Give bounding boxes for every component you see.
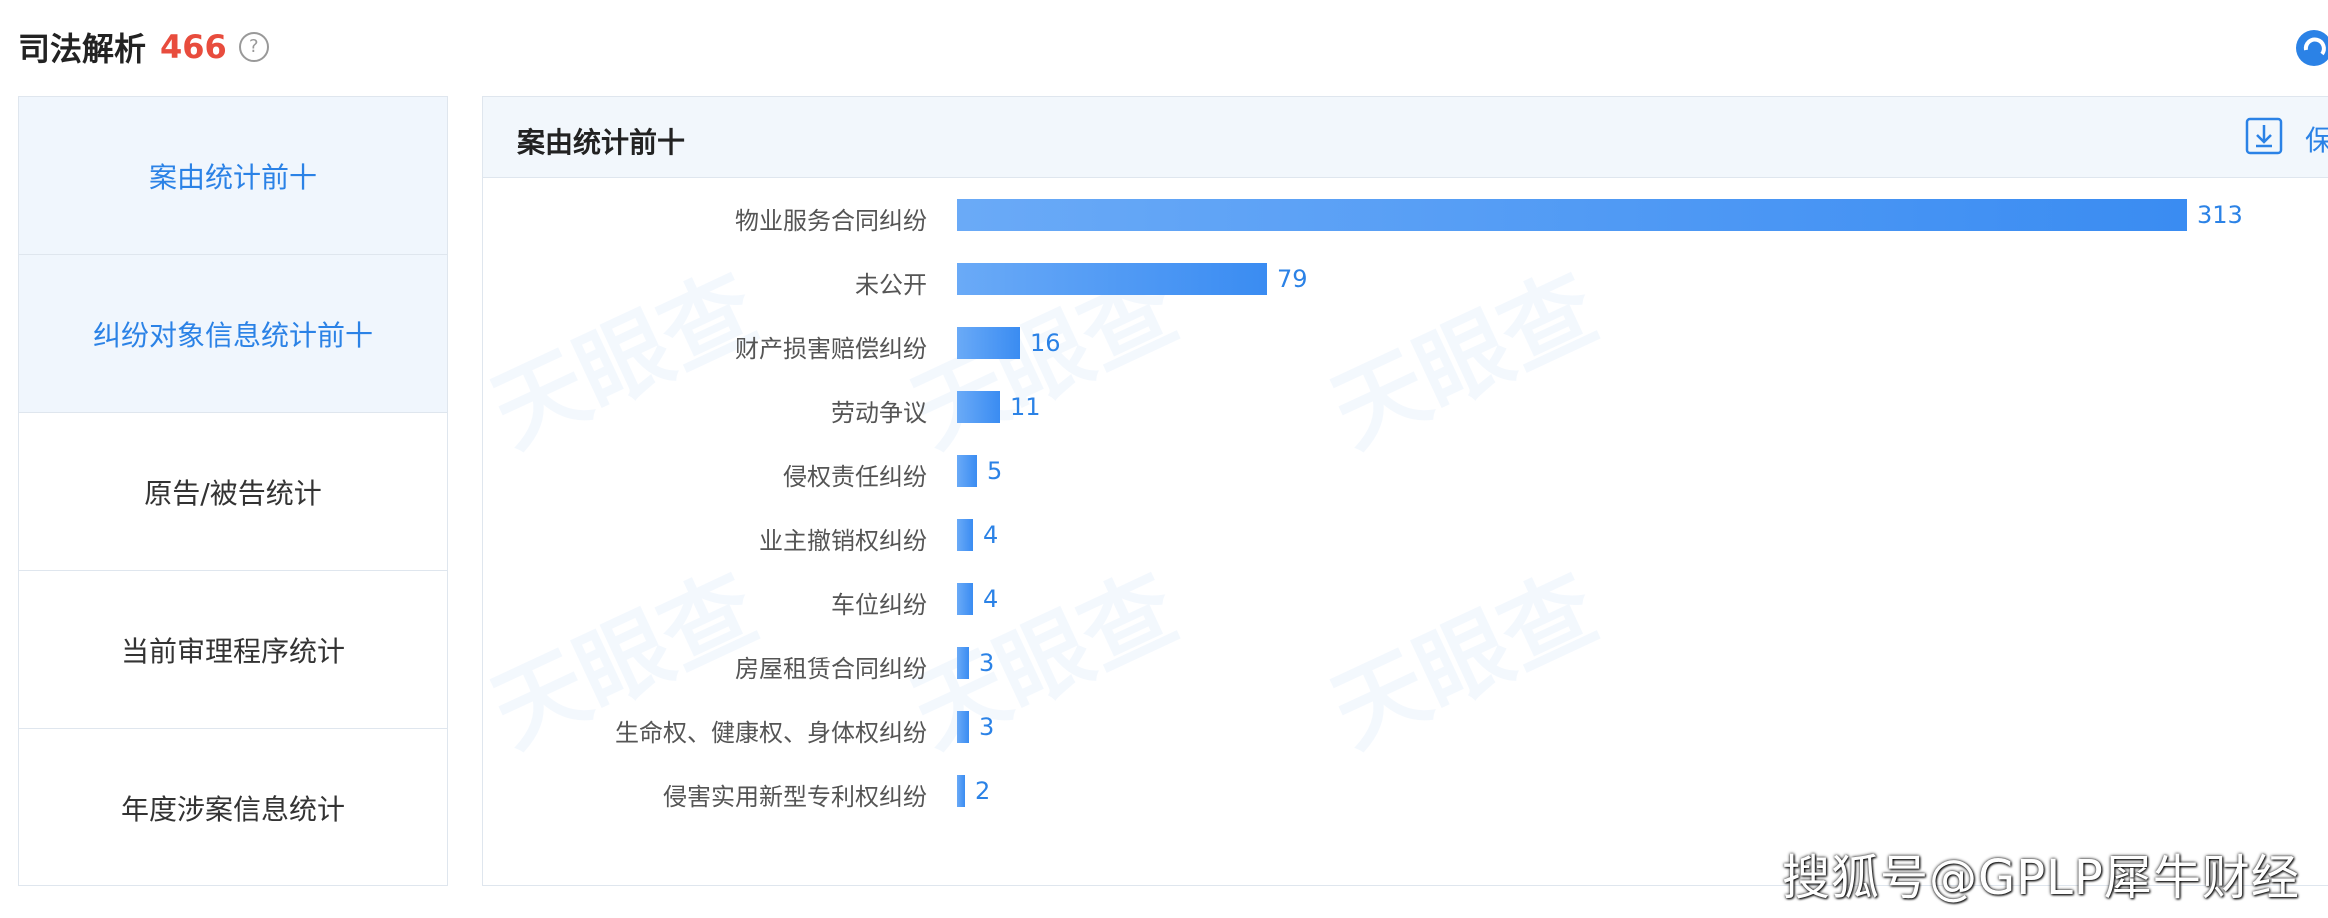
sidebar-item-label: 当前审理程序统计 [120,634,345,668]
sidebar-item-trial-procedure[interactable]: 当前审理程序统计 [19,571,447,729]
category-label: 劳动争议 [831,399,927,427]
bar[interactable] [957,647,969,679]
category-label: 财产损害赔偿纠纷 [735,335,927,363]
category-label: 业主撤销权纠纷 [759,527,927,555]
value-label: 16 [1030,329,1061,357]
bar[interactable] [957,711,969,743]
value-label: 4 [983,585,999,613]
sidebar-item-annual-cases[interactable]: 年度涉案信息统计 [19,729,447,887]
question-circle-icon[interactable]: ? [238,32,269,62]
bar[interactable] [957,199,2187,231]
sidebar-item-label: 案由统计前十 [148,160,317,194]
bar[interactable] [957,583,973,615]
sidebar-item-case-cause-top10[interactable]: 案由统计前十 [19,97,447,255]
value-label: 11 [1010,393,1041,421]
category-label: 未公开 [855,271,927,299]
sidebar: 案由统计前十 纠纷对象信息统计前十 原告/被告统计 当前审理程序统计 年度涉案信… [18,96,448,886]
download-icon[interactable] [2245,117,2283,155]
sidebar-item-dispute-object-top10[interactable]: 纠纷对象信息统计前十 [19,255,447,413]
value-label: 313 [2197,201,2243,229]
category-label: 侵权责任纠纷 [783,463,927,491]
bar[interactable] [957,327,1020,359]
bar-chart: 物业服务合同纠纷 313 未公开 79 财产损害赔偿纠纷 16 劳动争议 11 侵权责任纠纷 5 业… [483,177,2328,885]
save-button[interactable]: 保 [2305,119,2328,159]
value-label: 5 [987,457,1003,485]
panel-header: 案由统计前十 保 [483,97,2328,178]
category-label: 房屋租赁合同纠纷 [735,655,927,683]
tianyancha-logo-icon[interactable] [2294,28,2328,68]
bar[interactable] [957,263,1267,295]
sidebar-item-plaintiff-defendant[interactable]: 原告/被告统计 [19,413,447,571]
sidebar-item-label: 原告/被告统计 [144,476,322,510]
category-label: 生命权、健康权、身体权纠纷 [615,719,927,747]
value-label: 2 [975,777,991,805]
bar[interactable] [957,391,1000,423]
value-label: 79 [1277,265,1308,293]
page-header: 司法解析 466 ? [18,22,269,72]
bar[interactable] [957,775,965,807]
source-watermark: 搜狐号@GPLP犀牛财经 [1782,850,2300,906]
bar[interactable] [957,519,973,551]
value-label: 4 [983,521,999,549]
category-label: 物业服务合同纠纷 [735,207,927,235]
bar[interactable] [957,455,977,487]
panel-title: 案由统计前十 [517,126,686,159]
sidebar-item-label: 纠纷对象信息统计前十 [92,318,373,352]
chart-panel: 案由统计前十 保 天眼查 天眼查 天眼查 天眼查 天眼查 天眼查 物业服务合同纠… [482,96,2328,886]
sidebar-item-label: 年度涉案信息统计 [120,793,345,826]
page-title: 司法解析 [18,30,147,68]
value-label: 3 [979,649,995,677]
value-label: 3 [979,713,995,741]
total-count: 466 [160,28,227,66]
category-label: 侵害实用新型专利权纠纷 [663,783,927,811]
category-label: 车位纠纷 [831,591,927,619]
